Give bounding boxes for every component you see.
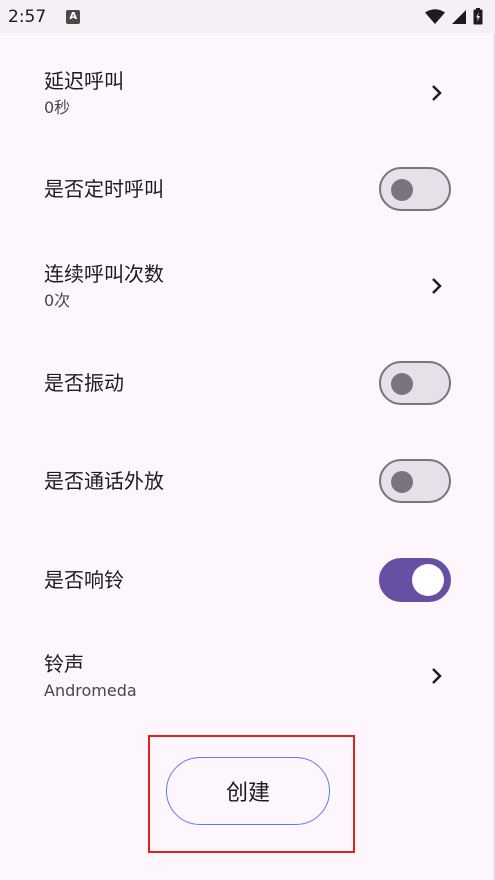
- toggle-knob: [391, 470, 413, 493]
- chevron-right-icon: [432, 668, 442, 684]
- status-icons: [425, 8, 483, 25]
- status-bar: 2:57 A: [0, 0, 495, 33]
- timed-call-toggle[interactable]: [379, 167, 451, 211]
- vibrate-toggle[interactable]: [379, 361, 451, 405]
- status-time: 2:57: [8, 6, 47, 27]
- create-button[interactable]: 创建: [166, 757, 330, 825]
- chevron-right-icon: [432, 85, 442, 101]
- battery-icon: [473, 8, 483, 25]
- setting-title: 连续呼叫次数: [44, 261, 164, 286]
- toggle-knob: [391, 178, 413, 201]
- setting-row-repeat-count[interactable]: 连续呼叫次数 0次: [0, 255, 495, 317]
- setting-title: 是否定时呼叫: [44, 177, 164, 201]
- setting-value: 0次: [44, 290, 71, 310]
- wifi-icon: [425, 8, 445, 24]
- setting-row-delay-call[interactable]: 延迟呼叫 0秒: [0, 62, 495, 124]
- setting-title: 是否响铃: [44, 568, 124, 592]
- setting-title: 铃声: [44, 651, 84, 676]
- notification-icon: A: [66, 9, 81, 24]
- setting-row-ring: 是否响铃: [0, 551, 495, 609]
- toggle-knob: [391, 372, 413, 395]
- setting-row-ringtone[interactable]: 铃声 Andromeda: [0, 645, 495, 707]
- setting-row-timed-call: 是否定时呼叫: [0, 160, 495, 218]
- setting-row-vibrate: 是否振动: [0, 354, 495, 412]
- setting-value: 0秒: [44, 97, 71, 117]
- setting-title: 是否通话外放: [44, 469, 164, 493]
- ring-toggle[interactable]: [379, 558, 451, 602]
- toggle-knob: [412, 564, 444, 596]
- setting-value: Andromeda: [44, 680, 137, 700]
- setting-title: 是否振动: [44, 371, 124, 395]
- speaker-toggle[interactable]: [379, 459, 451, 503]
- setting-title: 延迟呼叫: [44, 68, 124, 93]
- chevron-right-icon: [432, 278, 442, 294]
- setting-row-speaker: 是否通话外放: [0, 452, 495, 510]
- signal-icon: [452, 9, 466, 24]
